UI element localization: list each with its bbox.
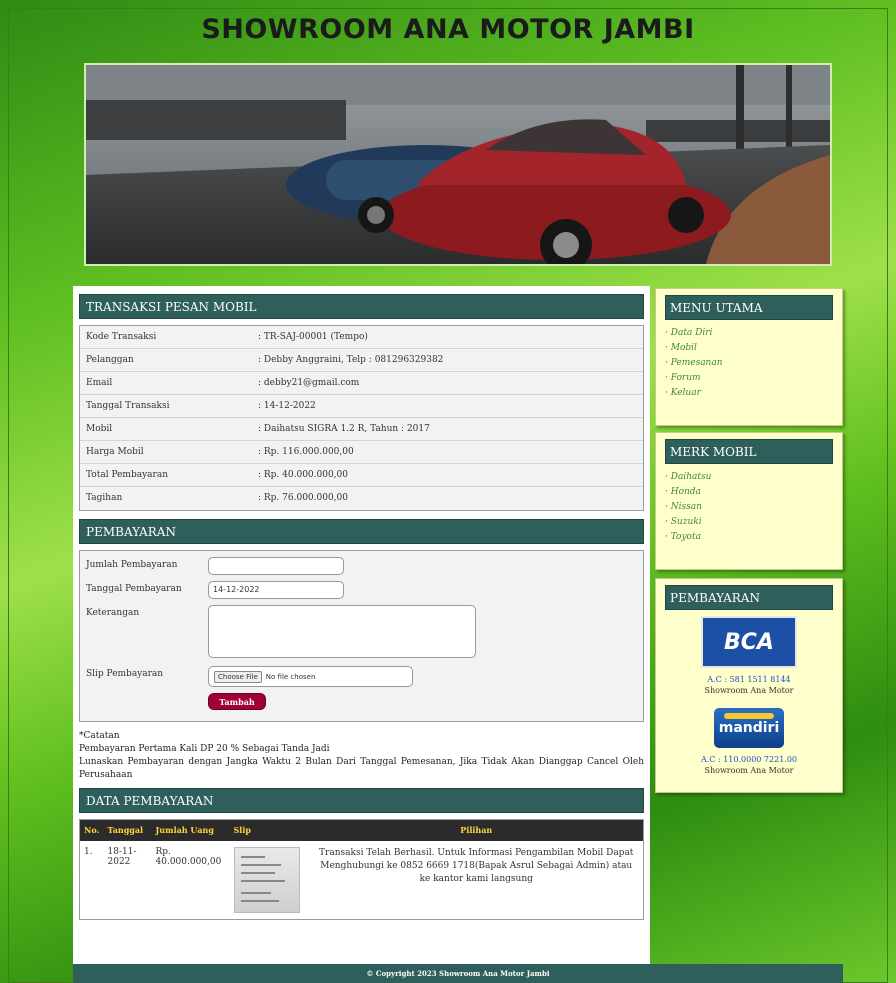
bca-logo-icon: BCA — [701, 616, 797, 668]
merk-item-suzuki[interactable]: Suzuki — [665, 515, 833, 530]
pembayaran-form: Jumlah Pembayaran Tanggal Pembayaran 14-… — [79, 550, 644, 722]
info-row-total: Total Pembayaran : Rp. 40.000.000,00 — [80, 464, 643, 487]
col-jumlah: Jumlah Uang — [151, 819, 230, 841]
pembayaran-side-heading: PEMBAYARAN — [665, 585, 833, 610]
bca-account-name: Showroom Ana Motor — [704, 686, 794, 695]
info-value: : Daihatsu SIGRA 1.2 R, Tahun : 2017 — [258, 424, 430, 434]
main-content: TRANSAKSI PESAN MOBIL Kode Transaksi : TR… — [73, 286, 650, 964]
menu-utama-list: Data Diri Mobil Pemesanan Forum Keluar — [665, 326, 833, 401]
info-value: : Rp. 40.000.000,00 — [258, 470, 348, 480]
catatan-line: Lunaskan Pembayaran dengan Jangka Waktu … — [79, 757, 644, 780]
info-row-email: Email : debby21@gmail.com — [80, 372, 643, 395]
table-header-row: No. Tanggal Jumlah Uang Slip Pilihan — [79, 819, 644, 841]
menu-item-pemesanan[interactable]: Pemesanan — [665, 356, 833, 371]
menu-item-keluar[interactable]: Keluar — [665, 386, 833, 401]
info-label: Mobil — [86, 424, 113, 434]
merk-mobil-box: MERK MOBIL Daihatsu Honda Nissan Suzuki … — [655, 432, 843, 570]
form-row-keterangan: Keterangan — [86, 605, 637, 658]
menu-item-mobil[interactable]: Mobil — [665, 341, 833, 356]
info-label: Tagihan — [86, 493, 123, 503]
slip-label: Slip Pembayaran — [86, 669, 164, 679]
mandiri-account: A.C : 110.0000 7221.00 — [700, 755, 798, 764]
cell-pilihan: Transaksi Telah Berhasil. Untuk Informas… — [309, 840, 644, 919]
pembayaran-heading: PEMBAYARAN — [79, 519, 644, 544]
form-row-jumlah: Jumlah Pembayaran — [86, 557, 637, 575]
keterangan-textarea[interactable] — [208, 605, 476, 658]
info-row-pelanggan: Pelanggan : Debby Anggraini, Telp : 08129… — [80, 349, 643, 372]
info-row-harga: Harga Mobil : Rp. 116.000.000,00 — [80, 441, 643, 464]
form-row-slip: Slip Pembayaran Choose File No file chos… — [86, 666, 637, 687]
bca-account: A.C : 581 1511 8144 — [707, 675, 791, 684]
col-tanggal: Tanggal — [103, 819, 152, 841]
info-value: : debby21@gmail.com — [258, 378, 360, 388]
info-label: Email — [86, 378, 113, 388]
cell-tanggal: 18-11-2022 — [103, 840, 152, 919]
info-label: Kode Transaksi — [86, 332, 157, 342]
data-pembayaran-table: No. Tanggal Jumlah Uang Slip Pilihan 1. … — [79, 819, 644, 920]
slip-file-input[interactable]: Choose File No file chosen — [208, 666, 413, 687]
info-value: : 14-12-2022 — [258, 401, 316, 411]
transaksi-detail-panel: Kode Transaksi : TR-SAJ-00001 (Tempo) Pel… — [79, 325, 644, 511]
table-row: 1. 18-11-2022 Rp. 40.000.000,00 Transaks… — [79, 840, 644, 919]
catatan: *Catatan Pembayaran Pertama Kali DP 20 %… — [79, 730, 644, 782]
slip-thumbnail[interactable] — [233, 846, 300, 913]
cell-slip — [229, 840, 310, 919]
jumlah-input[interactable] — [208, 557, 344, 575]
info-label: Total Pembayaran — [86, 470, 168, 480]
choose-file-button[interactable]: Choose File — [214, 670, 262, 683]
catatan-title: *Catatan — [79, 731, 120, 741]
transaksi-heading: TRANSAKSI PESAN MOBIL — [79, 294, 644, 319]
car-banner-illustration — [86, 65, 830, 264]
merk-item-daihatsu[interactable]: Daihatsu — [665, 470, 833, 485]
data-pembayaran-heading: DATA PEMBAYARAN — [79, 788, 644, 813]
info-row-tanggal: Tanggal Transaksi : 14-12-2022 — [80, 395, 643, 418]
info-value: : Rp. 116.000.000,00 — [258, 447, 354, 457]
merk-mobil-list: Daihatsu Honda Nissan Suzuki Toyota — [665, 470, 833, 545]
catatan-line: Pembayaran Pertama Kali DP 20 % Sebagai … — [79, 744, 330, 754]
banner-image — [84, 63, 832, 266]
merk-item-toyota[interactable]: Toyota — [665, 530, 833, 545]
info-label: Tanggal Transaksi — [86, 401, 170, 411]
jumlah-label: Jumlah Pembayaran — [86, 560, 178, 570]
info-value: : TR-SAJ-00001 (Tempo) — [258, 332, 368, 342]
info-label: Harga Mobil — [86, 447, 144, 457]
tanggal-label: Tanggal Pembayaran — [86, 584, 182, 594]
col-no: No. — [79, 819, 104, 841]
info-row-tagihan: Tagihan : Rp. 76.000.000,00 — [80, 487, 643, 510]
menu-utama-box: MENU UTAMA Data Diri Mobil Pemesanan For… — [655, 288, 843, 426]
col-slip: Slip — [229, 819, 310, 841]
info-row-kode: Kode Transaksi : TR-SAJ-00001 (Tempo) — [80, 326, 643, 349]
mandiri-logo-icon: mandiri — [714, 708, 784, 748]
info-row-mobil: Mobil : Daihatsu SIGRA 1.2 R, Tahun : 201… — [80, 418, 643, 441]
menu-utama-heading: MENU UTAMA — [665, 295, 833, 320]
form-row-tanggal: Tanggal Pembayaran 14-12-2022 — [86, 581, 637, 599]
cell-jumlah: Rp. 40.000.000,00 — [151, 840, 230, 919]
menu-item-data-diri[interactable]: Data Diri — [665, 326, 833, 341]
merk-item-nissan[interactable]: Nissan — [665, 500, 833, 515]
tambah-button[interactable]: Tambah — [208, 693, 266, 710]
mandiri-account-name: Showroom Ana Motor — [704, 766, 794, 775]
footer: © Copyright 2023 Showroom Ana Motor Jamb… — [73, 964, 843, 983]
col-pilihan: Pilihan — [309, 819, 644, 841]
bank-mandiri: mandiri A.C : 110.0000 7221.00 Showroom … — [665, 708, 833, 776]
tanggal-input[interactable]: 14-12-2022 — [208, 581, 344, 599]
merk-item-honda[interactable]: Honda — [665, 485, 833, 500]
site-title: SHOWROOM ANA MOTOR JAMBI — [201, 14, 695, 45]
cell-no: 1. — [79, 840, 104, 919]
file-status: No file chosen — [265, 672, 316, 681]
pembayaran-side-box: PEMBAYARAN BCA A.C : 581 1511 8144 Showr… — [655, 578, 843, 793]
keterangan-label: Keterangan — [86, 608, 140, 618]
menu-item-forum[interactable]: Forum — [665, 371, 833, 386]
bank-bca: BCA A.C : 581 1511 8144 Showroom Ana Mot… — [665, 616, 833, 696]
info-value: : Rp. 76.000.000,00 — [258, 493, 348, 503]
merk-mobil-heading: MERK MOBIL — [665, 439, 833, 464]
info-value: : Debby Anggraini, Telp : 081296329382 — [258, 355, 444, 365]
info-label: Pelanggan — [86, 355, 134, 365]
